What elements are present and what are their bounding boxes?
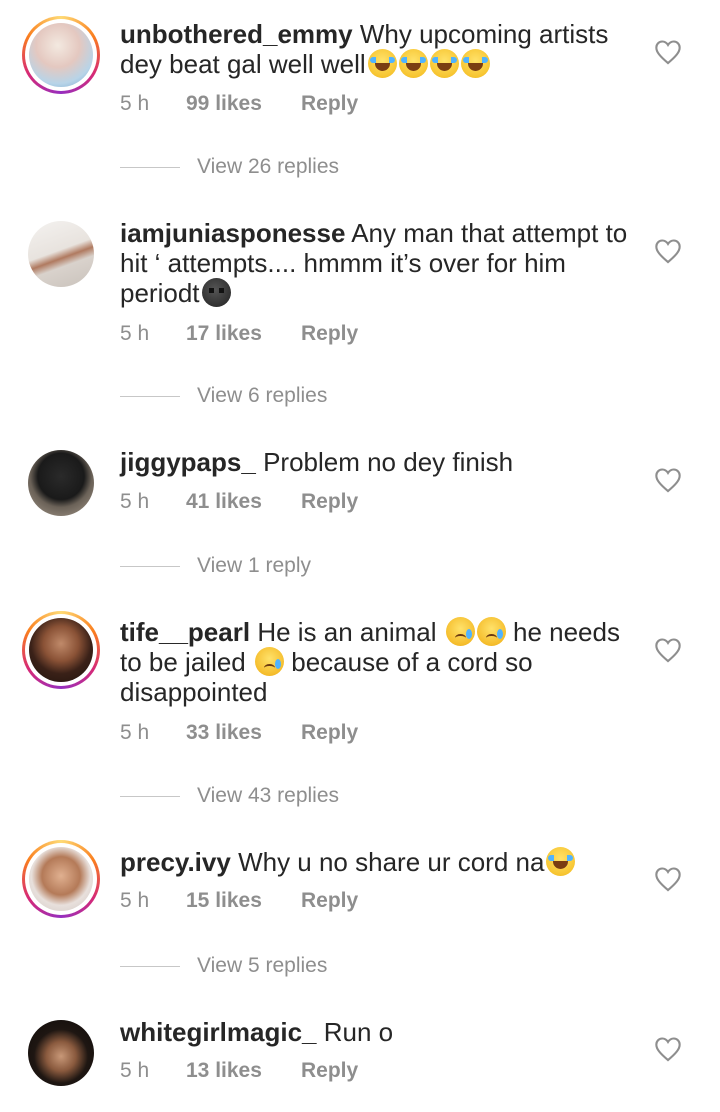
laugh-emoji-icon xyxy=(398,49,428,78)
comment-text: iamjuniasponesse Any man that attempt to… xyxy=(120,218,630,308)
heart-outline-icon[interactable] xyxy=(654,39,682,65)
crying-face-icon xyxy=(445,617,475,646)
replies-divider-line xyxy=(120,166,180,168)
comment-likes[interactable]: 13 likes xyxy=(186,1059,301,1083)
comment-text: unbothered_emmy Why upcoming artists dey… xyxy=(120,19,630,79)
reply-button[interactable]: Reply xyxy=(301,721,358,745)
view-replies-button[interactable]: View 5 replies xyxy=(120,951,327,981)
avatar-story-ring[interactable] xyxy=(22,16,100,94)
avatar-story-ring[interactable] xyxy=(22,840,100,918)
comment-likes[interactable]: 17 likes xyxy=(186,322,301,346)
new-moon-face-icon xyxy=(201,278,231,307)
avatar xyxy=(28,450,94,516)
replies-divider-line xyxy=(120,965,180,967)
avatar-wrapper[interactable] xyxy=(22,215,100,293)
avatar-wrapper[interactable] xyxy=(22,444,100,522)
laugh-emoji-icon xyxy=(429,49,459,78)
laugh-emoji-icon xyxy=(460,49,490,78)
comment-username[interactable]: precy.ivy xyxy=(120,847,231,877)
view-replies-button[interactable]: View 6 replies xyxy=(120,381,327,411)
view-replies-button[interactable]: View 26 replies xyxy=(120,152,339,182)
crying-face-icon xyxy=(255,647,284,676)
comment-meta: 5 h 99 likes Reply xyxy=(120,89,358,119)
comment-text: whitegirlmagic_ Run o xyxy=(120,1017,630,1047)
comment-likes[interactable]: 33 likes xyxy=(186,721,301,745)
comment-time: 5 h xyxy=(120,92,150,115)
comment-username[interactable]: unbothered_emmy xyxy=(120,19,353,49)
comment-body-part1: He is an animal xyxy=(257,617,437,647)
comment-text: precy.ivy Why u no share ur cord na xyxy=(120,847,630,877)
comment-meta: 5 h 13 likes Reply xyxy=(120,1056,358,1086)
comment-meta: 5 h 15 likes Reply xyxy=(120,886,358,916)
comment-likes[interactable]: 99 likes xyxy=(186,92,301,116)
comment-text: tife__pearl He is an animal he needs to … xyxy=(120,617,630,707)
comment-body: Why u no share ur cord na xyxy=(238,847,545,877)
view-replies-button[interactable]: View 1 reply xyxy=(120,551,311,581)
comment-meta: 5 h 41 likes Reply xyxy=(120,487,358,517)
heart-outline-icon[interactable] xyxy=(654,467,682,493)
heart-outline-icon[interactable] xyxy=(654,637,682,663)
heart-outline-icon[interactable] xyxy=(654,1036,682,1062)
replies-divider-line xyxy=(120,395,180,397)
view-replies-button[interactable]: View 43 replies xyxy=(120,781,339,811)
comment-meta: 5 h 33 likes Reply xyxy=(120,718,358,748)
comment-time: 5 h xyxy=(120,490,150,513)
view-replies-label: View 5 replies xyxy=(197,954,328,977)
avatar xyxy=(29,847,93,911)
comment-text: jiggypaps_ Problem no dey finish xyxy=(120,447,630,477)
replies-divider-line xyxy=(120,565,180,567)
comment-likes[interactable]: 41 likes xyxy=(186,490,301,514)
laugh-emoji-icon xyxy=(546,847,576,876)
comment-body: Run o xyxy=(323,1017,394,1047)
replies-divider-line xyxy=(120,795,180,797)
view-replies-label: View 43 replies xyxy=(197,784,340,807)
reply-button[interactable]: Reply xyxy=(301,1059,358,1083)
comment-likes[interactable]: 15 likes xyxy=(186,889,301,913)
comment-username[interactable]: jiggypaps_ xyxy=(120,447,256,477)
comment-body: Problem no dey finish xyxy=(263,447,514,477)
comment-time: 5 h xyxy=(120,889,150,912)
comment-meta: 5 h 17 likes Reply xyxy=(120,319,358,349)
avatar xyxy=(28,1020,94,1086)
reply-button[interactable]: Reply xyxy=(301,889,358,913)
avatar xyxy=(29,618,93,682)
view-replies-label: View 6 replies xyxy=(197,384,328,407)
avatar xyxy=(28,221,94,287)
avatar-story-ring[interactable] xyxy=(22,611,100,689)
heart-outline-icon[interactable] xyxy=(654,866,682,892)
comment-username[interactable]: whitegirlmagic_ xyxy=(120,1017,317,1047)
laugh-emoji-icon xyxy=(367,49,397,78)
comment-username[interactable]: tife__pearl xyxy=(120,617,250,647)
view-replies-label: View 26 replies xyxy=(197,155,340,178)
reply-button[interactable]: Reply xyxy=(301,92,358,116)
avatar-wrapper[interactable] xyxy=(22,1014,100,1092)
view-replies-label: View 1 reply xyxy=(197,554,312,577)
avatar xyxy=(29,23,93,87)
crying-face-icon xyxy=(476,617,506,646)
reply-button[interactable]: Reply xyxy=(301,322,358,346)
comment-time: 5 h xyxy=(120,322,150,345)
heart-outline-icon[interactable] xyxy=(654,238,682,264)
reply-button[interactable]: Reply xyxy=(301,490,358,514)
comment-time: 5 h xyxy=(120,1059,150,1082)
comment-username[interactable]: iamjuniasponesse xyxy=(120,218,345,248)
comment-time: 5 h xyxy=(120,721,150,744)
